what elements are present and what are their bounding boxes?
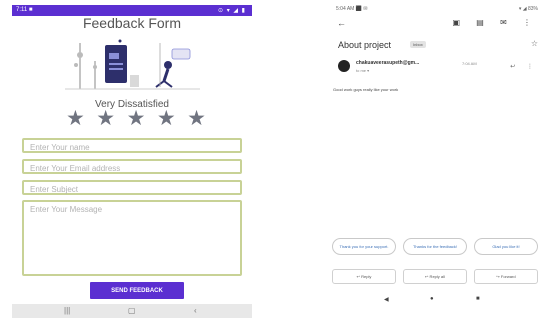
star-5-icon[interactable]: ★ <box>187 108 206 130</box>
star-icon[interactable]: ☆ <box>531 39 538 48</box>
star-4-icon[interactable]: ★ <box>157 108 176 130</box>
sender-address[interactable]: chakuaveerasupeth@gm... <box>356 60 419 66</box>
page-title: Feedback Form <box>82 15 182 31</box>
smart-reply-2[interactable]: Thanks for the feedback! <box>403 238 467 255</box>
feedback-illustration <box>60 35 210 97</box>
email-placeholder: Enter Your Email address <box>30 164 121 173</box>
toolbar-icons[interactable]: ▣ ▤ ✉ ⋮ <box>453 18 539 27</box>
send-feedback-button[interactable]: SEND FEEDBACK <box>90 282 184 299</box>
forward-button[interactable]: ↪ Forward <box>474 269 538 284</box>
message-input[interactable]: Enter Your Message <box>22 200 242 276</box>
name-placeholder: Enter Your name <box>30 143 90 152</box>
feedback-app-screen: 7:11 ■ ⊙ ▾ ◢ ▮ Feedback Form Very Dissat… <box>12 5 252 318</box>
subject-input[interactable]: Enter Subject <box>22 180 242 195</box>
email-app-screen: 5:04 AM ⬛ ✉ ▾ ◢ 83% ← ▣ ▤ ✉ ⋮ About proj… <box>332 5 544 318</box>
status-icons: ▾ ◢ 83% <box>518 6 538 12</box>
reply-more-icons[interactable]: ↩ ⋮ <box>510 63 538 70</box>
star-1-icon[interactable]: ★ <box>66 108 85 130</box>
home-icon[interactable]: ▢ <box>128 306 136 315</box>
home-icon[interactable]: ● <box>430 296 434 302</box>
email-subject: About project <box>338 40 392 50</box>
star-rating[interactable]: ★ ★ ★ ★ ★ <box>66 108 206 130</box>
status-time: 5:04 AM ⬛ ✉ <box>336 6 368 12</box>
status-time: 7:11 ■ <box>16 7 33 13</box>
star-2-icon[interactable]: ★ <box>96 108 115 130</box>
navigation-bar: ◀ ● ■ <box>332 296 544 304</box>
inbox-badge[interactable]: Inbox <box>410 41 426 48</box>
smart-reply-3[interactable]: Glad you like it! <box>474 238 538 255</box>
star-3-icon[interactable]: ★ <box>127 108 146 130</box>
recents-icon[interactable]: ||| <box>64 306 70 315</box>
back-icon[interactable]: ◀ <box>384 296 389 303</box>
reply-all-button[interactable]: ↩ Reply all <box>403 269 467 284</box>
back-icon[interactable]: ‹ <box>194 306 197 315</box>
reply-button[interactable]: ↩ Reply <box>332 269 396 284</box>
recipient-label[interactable]: to me ▾ <box>356 68 369 73</box>
status-icons: ⊙ ▾ ◢ ▮ <box>218 8 246 14</box>
message-placeholder: Enter Your Message <box>30 205 103 214</box>
navigation-bar: ||| ▢ ‹ <box>12 304 252 318</box>
smart-reply-1[interactable]: Thank you for your support. <box>332 238 396 255</box>
recents-icon[interactable]: ■ <box>476 296 480 302</box>
email-date: 7:04 AM <box>462 61 477 66</box>
avatar[interactable] <box>338 60 350 72</box>
back-arrow-icon[interactable]: ← <box>337 18 346 28</box>
subject-placeholder: Enter Subject <box>30 185 79 194</box>
email-body: Good work guys really like your work <box>333 87 399 92</box>
email-input[interactable]: Enter Your Email address <box>22 159 242 174</box>
name-input[interactable]: Enter Your name <box>22 138 242 153</box>
